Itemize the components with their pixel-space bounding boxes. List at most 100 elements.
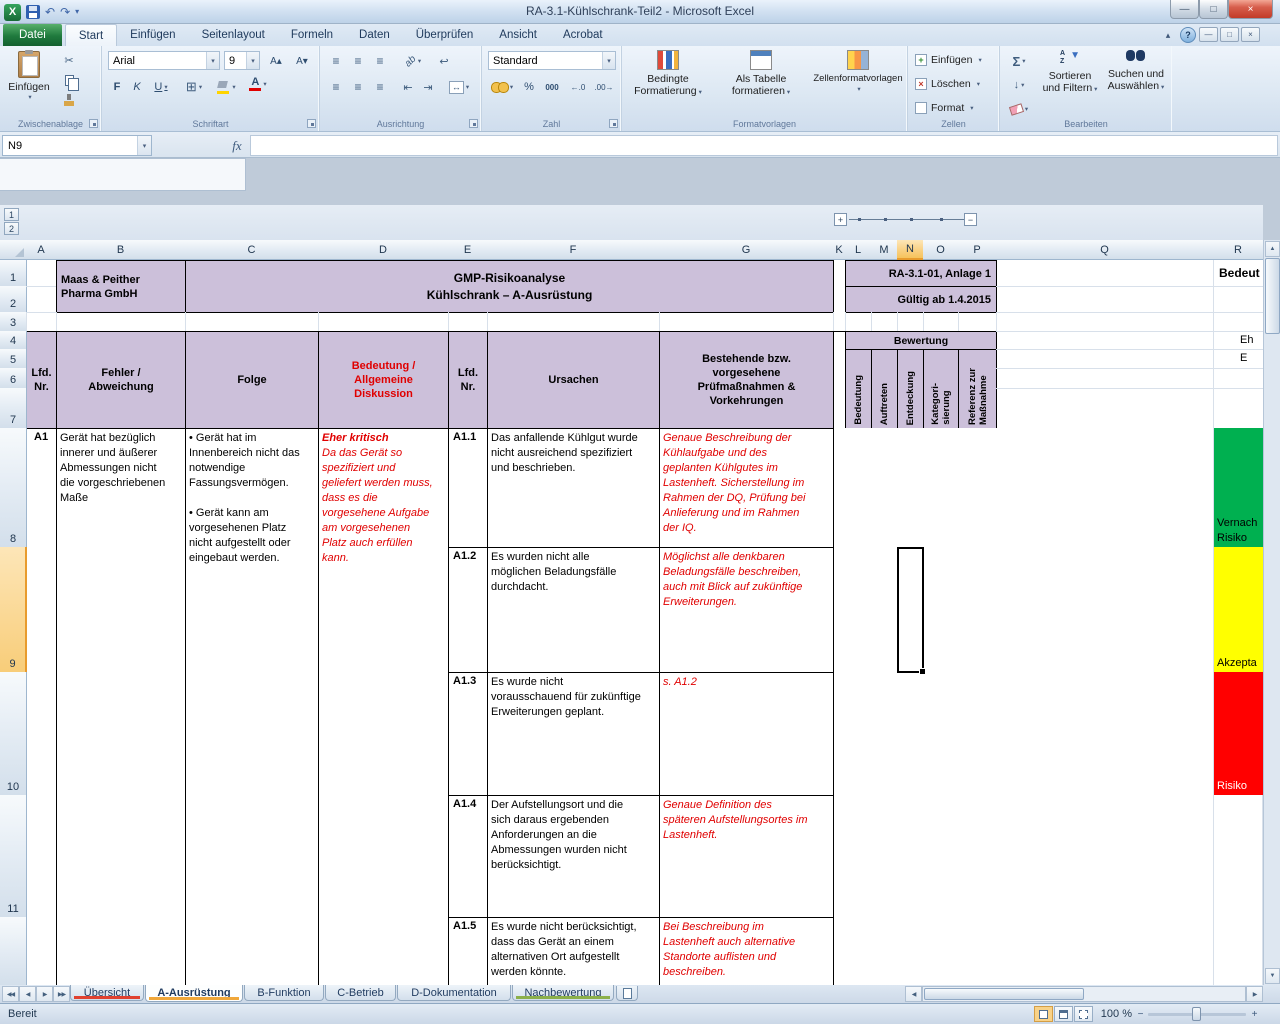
grow-font-button[interactable]: A▴ [264, 51, 288, 71]
row-header-2[interactable]: 2 [0, 286, 27, 313]
cell-G12[interactable]: Bei Beschreibung im Lastenheft auch alte… [659, 917, 834, 985]
font-name-select[interactable]: Arial ▾ [108, 51, 220, 70]
header-massnahmen[interactable]: Bestehende bzw. vorgesehene Prüfmaßnahme… [659, 331, 834, 429]
workbook-minimize-button[interactable]: — [1199, 27, 1218, 42]
outline-level-1-button[interactable]: 1 [4, 208, 19, 221]
worksheet-grid[interactable]: Maas & Peither Pharma GmbH GMP-Risikoana… [0, 240, 1263, 985]
first-sheet-button[interactable]: ◀◀ [2, 986, 19, 1002]
shrink-font-button[interactable]: A▾ [290, 51, 314, 71]
undo-icon[interactable]: ↶ [45, 5, 55, 19]
collapse-ribbon-icon[interactable]: ▴ [1160, 27, 1176, 43]
risk-green-cell[interactable]: Vernach Risiko [1214, 428, 1263, 547]
risk-red-cell[interactable]: Risiko [1214, 672, 1263, 795]
align-center-button[interactable]: ≡ [348, 77, 368, 97]
font-size-select[interactable]: 9 ▾ [224, 51, 260, 70]
next-sheet-button[interactable]: ▶ [36, 986, 53, 1002]
cell-M12[interactable] [871, 917, 898, 985]
clipboard-dialog-launcher-icon[interactable] [89, 119, 98, 128]
cell-F8[interactable]: Das anfallende Kühlgut wurde nicht ausre… [487, 428, 660, 548]
cell-O12[interactable] [923, 917, 959, 985]
row-header-1[interactable]: 1 [0, 260, 27, 287]
cell-doc-ref[interactable]: RA-3.1-01, Anlage 1 [845, 260, 997, 287]
copy-button[interactable] [58, 71, 80, 89]
cell-P10[interactable] [958, 672, 997, 796]
cell-M9[interactable] [871, 547, 898, 673]
column-header-F[interactable]: F [487, 240, 660, 260]
header-rot-entdeckung[interactable]: Entdeckung [897, 349, 924, 429]
cell-L12[interactable] [845, 917, 872, 985]
column-header-P[interactable]: P [958, 240, 997, 260]
align-top-button[interactable]: ≡ [326, 51, 346, 71]
cell-E10[interactable]: A1.3 [448, 672, 488, 796]
zoom-slider-thumb[interactable] [1192, 1007, 1201, 1021]
column-header-R[interactable]: R [1213, 240, 1263, 260]
align-right-button[interactable]: ≡ [370, 77, 390, 97]
increase-decimal-button[interactable]: ←.0 [566, 77, 590, 97]
cell-O8[interactable] [923, 428, 959, 548]
row-header-7[interactable]: 7 [0, 388, 27, 429]
number-format-dropdown-icon[interactable]: ▾ [602, 52, 615, 69]
underline-dropdown-icon[interactable]: ▾ [164, 83, 167, 91]
sheet-tab-Übersicht[interactable]: Übersicht [70, 985, 144, 1001]
header-fehler[interactable]: Fehler / Abweichung [56, 331, 186, 429]
save-icon[interactable] [26, 5, 40, 19]
accounting-dropdown-icon[interactable]: ▾ [510, 83, 513, 91]
cell-R11[interactable] [1214, 795, 1263, 918]
font-color-dropdown-icon[interactable]: ▾ [263, 80, 266, 88]
tab-einfuegen[interactable]: Einfügen [117, 24, 188, 46]
cell-N12[interactable] [897, 917, 924, 985]
cell-P9[interactable] [958, 547, 997, 673]
cell-P11[interactable] [958, 795, 997, 918]
cell-styles-button[interactable]: Zellenformatvorlagen ▾ [810, 50, 906, 126]
help-icon[interactable]: ? [1180, 27, 1196, 43]
header-rot-bedeutung[interactable]: Bedeutung [845, 349, 872, 429]
column-header-C[interactable]: C [185, 240, 319, 260]
cell-Q8[interactable] [996, 428, 1214, 548]
cell-F11[interactable]: Der Aufstellungsort und die sich daraus … [487, 795, 660, 918]
cell-P8[interactable] [958, 428, 997, 548]
merge-dropdown-icon[interactable]: ▾ [466, 83, 469, 91]
scroll-down-button[interactable]: ▼ [1265, 968, 1280, 984]
header-lfd-nr[interactable]: Lfd. Nr. [26, 331, 57, 429]
cell-E9[interactable]: A1.2 [448, 547, 488, 673]
column-header-O[interactable]: O [923, 240, 959, 260]
tab-acrobat[interactable]: Acrobat [550, 24, 616, 46]
column-header-G[interactable]: G [659, 240, 834, 260]
cell-E8[interactable]: A1.1 [448, 428, 488, 548]
sheet-tab-A-Ausrüstung[interactable]: A-Ausrüstung [145, 985, 243, 1002]
workbook-close-button[interactable]: × [1241, 27, 1260, 42]
row-header-5[interactable]: 5 [0, 349, 27, 369]
sort-filter-button[interactable]: AZ▼ Sortieren und Filtern▾ [1038, 50, 1102, 126]
fill-color-dropdown-icon[interactable]: ▾ [232, 83, 235, 91]
cell-L10[interactable] [845, 672, 872, 796]
selection-box-N9[interactable] [897, 547, 924, 673]
tab-ansicht[interactable]: Ansicht [486, 24, 550, 46]
cell-F9[interactable]: Es wurden nicht alle möglichen Beladungs… [487, 547, 660, 673]
insert-cells-button[interactable]: +Einfügen▾ [915, 54, 982, 66]
cell-N10[interactable] [897, 672, 924, 796]
last-sheet-button[interactable]: ▶▶ [53, 986, 70, 1002]
column-header-M[interactable]: M [871, 240, 898, 260]
paste-dropdown-icon[interactable]: ▾ [28, 93, 31, 101]
orientation-button[interactable]: ab▾ [398, 51, 428, 71]
header-folge[interactable]: Folge [185, 331, 319, 429]
underline-button[interactable]: U▾ [148, 77, 174, 97]
fill-color-button[interactable]: ▾ [212, 77, 240, 97]
column-header-Q[interactable]: Q [996, 240, 1214, 260]
cell-F12[interactable]: Es wurde nicht berücksichtigt, dass das … [487, 917, 660, 985]
previous-sheet-button[interactable]: ◀ [19, 986, 36, 1002]
cell-F10[interactable]: Es wurde nicht vorausschauend für zukünf… [487, 672, 660, 796]
row-header-10[interactable]: 10 [0, 672, 27, 796]
font-size-dropdown-icon[interactable]: ▾ [246, 52, 259, 69]
find-select-button[interactable]: Suchen und Auswählen▾ [1104, 50, 1168, 126]
sheet-tab-B-Funktion[interactable]: B-Funktion [244, 985, 324, 1001]
header-ursachen[interactable]: Ursachen [487, 331, 660, 429]
delete-cells-button[interactable]: ×Löschen▾ [915, 78, 980, 90]
merge-center-button[interactable]: ↔▾ [442, 77, 476, 97]
number-dialog-launcher-icon[interactable] [609, 119, 618, 128]
align-middle-button[interactable]: ≡ [348, 51, 368, 71]
cell-D8-bedeutung[interactable]: Eher kritisch Da das Gerät so spezifizie… [318, 428, 449, 985]
outline-level-2-button[interactable]: 2 [4, 222, 19, 235]
align-left-button[interactable]: ≡ [326, 77, 346, 97]
wrap-text-button[interactable]: ↩ [432, 51, 456, 71]
